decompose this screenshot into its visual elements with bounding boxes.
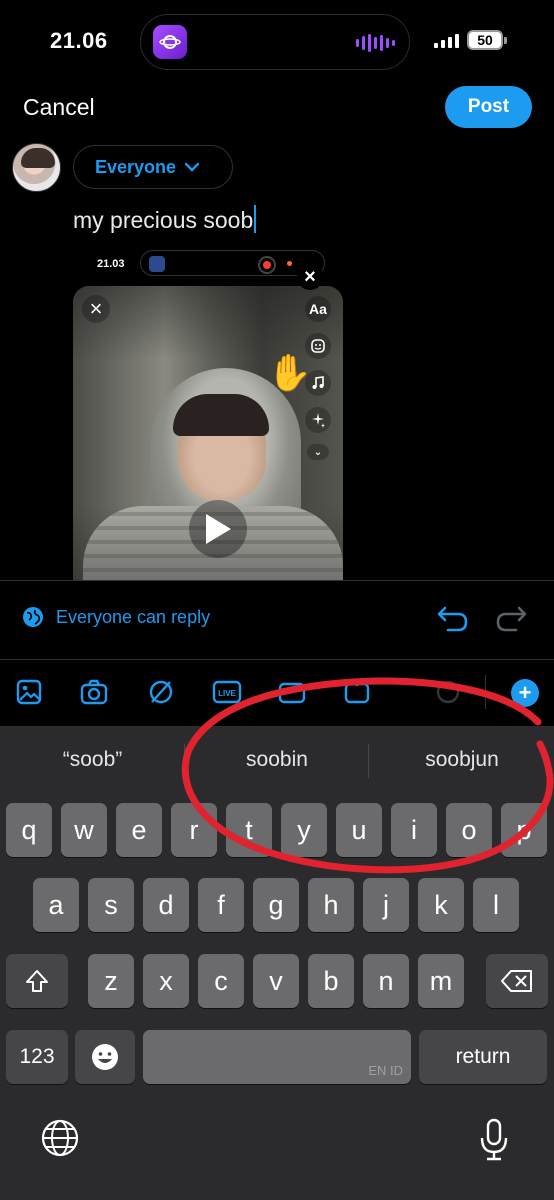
battery-tip [504, 37, 507, 44]
avatar[interactable] [12, 143, 61, 192]
play-icon [206, 514, 231, 544]
cancel-button[interactable]: Cancel [23, 94, 95, 121]
waving-hand-sticker: ✋ [267, 352, 312, 393]
shift-icon [26, 970, 48, 992]
key-g[interactable]: g [253, 878, 299, 932]
numbers-key[interactable]: 123 [6, 1030, 68, 1084]
text-caret [254, 205, 257, 233]
live-icon[interactable]: LIVE [212, 677, 242, 707]
status-bar: 21.06 50 [0, 0, 554, 80]
key-l[interactable]: l [473, 878, 519, 932]
media-toolbar: LIVE [0, 665, 554, 723]
compose-text-field[interactable]: my precious soob [73, 205, 257, 234]
key-i[interactable]: i [391, 803, 437, 857]
image-icon[interactable] [14, 677, 44, 707]
reply-settings-label: Everyone can reply [56, 606, 211, 627]
gif-icon[interactable] [277, 677, 307, 707]
key-w[interactable]: w [61, 803, 107, 857]
key-t[interactable]: t [226, 803, 272, 857]
divider [0, 659, 554, 660]
keyboard: “soob” soobin soobjun q w e r t y u i o … [0, 726, 554, 1200]
live-label: LIVE [218, 689, 236, 698]
key-e[interactable]: e [116, 803, 162, 857]
suggestion-1[interactable]: “soob” [40, 748, 145, 772]
key-r[interactable]: r [171, 803, 217, 857]
key-o[interactable]: o [446, 803, 492, 857]
reply-settings-button[interactable]: Everyone can reply [22, 606, 210, 628]
backspace-icon [501, 970, 532, 992]
key-d[interactable]: d [143, 878, 189, 932]
key-s[interactable]: s [88, 878, 134, 932]
globe-icon [23, 607, 43, 627]
poll-icon[interactable] [342, 677, 372, 707]
backspace-key[interactable] [486, 954, 548, 1008]
audience-label: Everyone [95, 156, 177, 177]
character-count-icon [433, 677, 463, 707]
music-app-icon [153, 25, 187, 59]
redo-icon[interactable] [494, 604, 528, 639]
add-post-button[interactable]: + [511, 679, 539, 707]
dynamic-island[interactable] [140, 14, 410, 70]
key-p[interactable]: p [501, 803, 547, 857]
camera-icon[interactable] [79, 677, 109, 707]
emoji-icon [92, 1044, 118, 1070]
globe-keyboard-icon[interactable] [40, 1118, 80, 1163]
emoji-key[interactable] [75, 1030, 135, 1084]
key-a[interactable]: a [33, 878, 79, 932]
status-time: 21.06 [50, 28, 108, 53]
key-u[interactable]: u [336, 803, 382, 857]
space-language-label: EN ID [368, 1063, 403, 1078]
toolbar-separator [485, 675, 486, 709]
key-k[interactable]: k [418, 878, 464, 932]
suggestion-3[interactable]: soobjun [400, 748, 524, 772]
key-z[interactable]: z [88, 954, 134, 1008]
suggestion-2[interactable]: soobin [212, 748, 342, 772]
key-x[interactable]: x [143, 954, 189, 1008]
audience-selector[interactable]: Everyone [73, 145, 233, 189]
chevron-down-icon: ⌄ [307, 444, 329, 460]
undo-icon[interactable] [436, 604, 470, 639]
return-key[interactable]: return [419, 1030, 547, 1084]
text-tool-icon: Aa [305, 296, 331, 322]
chevron-down-icon [184, 162, 200, 172]
key-h[interactable]: h [308, 878, 354, 932]
key-v[interactable]: v [253, 954, 299, 1008]
suggestion-separator [368, 744, 369, 778]
play-button[interactable] [189, 500, 247, 558]
space-key[interactable]: EN ID [143, 1030, 411, 1084]
grok-icon[interactable] [146, 677, 176, 707]
key-q[interactable]: q [6, 803, 52, 857]
audio-waveform-icon [356, 33, 395, 53]
shift-key[interactable] [6, 954, 68, 1008]
key-c[interactable]: c [198, 954, 244, 1008]
sparkles-icon [305, 407, 331, 433]
post-button[interactable]: Post [445, 86, 532, 128]
key-y[interactable]: y [281, 803, 327, 857]
story-close-icon: × [82, 295, 110, 323]
record-icon [258, 256, 276, 274]
key-b[interactable]: b [308, 954, 354, 1008]
key-j[interactable]: j [363, 878, 409, 932]
cellular-signal-icon [434, 32, 459, 48]
key-n[interactable]: n [363, 954, 409, 1008]
remove-media-button[interactable]: × [297, 264, 323, 290]
compose-text: my precious soob [73, 207, 254, 233]
key-f[interactable]: f [198, 878, 244, 932]
divider [0, 580, 554, 581]
suggestion-separator [184, 744, 185, 778]
battery-icon: 50 [467, 30, 503, 50]
key-m[interactable]: m [418, 954, 464, 1008]
microphone-icon[interactable] [478, 1118, 510, 1167]
media-status-time: 21.03 [97, 258, 125, 270]
battery-level: 50 [477, 32, 493, 48]
